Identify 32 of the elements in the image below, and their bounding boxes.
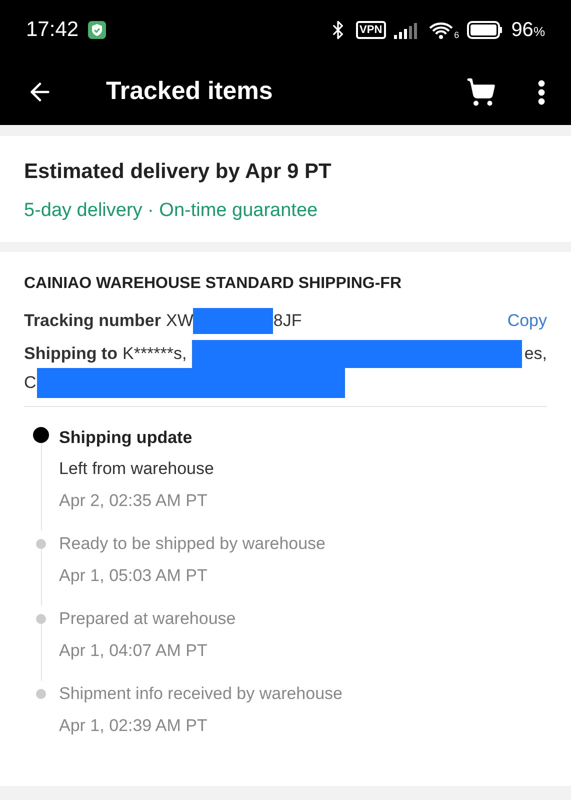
battery-percent: 96% <box>511 18 545 43</box>
tracking-label: Tracking number <box>24 310 161 332</box>
shipping-label: Shipping to <box>24 342 118 365</box>
status-time: 17:42 <box>26 16 79 43</box>
address-text: C <box>24 372 36 394</box>
battery-icon <box>467 20 504 39</box>
more-icon <box>538 80 545 104</box>
shield-icon <box>86 20 107 40</box>
event-description: Left from warehouse <box>59 458 214 480</box>
address-text: es, <box>524 342 547 365</box>
event-time: Apr 1, 04:07 AM PT <box>59 640 208 662</box>
event-description: Ready to be shipped by warehouse <box>59 533 326 556</box>
event-time: Apr 1, 02:39 AM PT <box>59 714 208 737</box>
tracking-number: 8JF <box>273 310 302 332</box>
event-time: Apr 2, 02:35 AM PT <box>59 490 208 512</box>
more-button[interactable] <box>538 80 545 104</box>
carrier-name: CAINIAO WAREHOUSE STANDARD SHIPPING-FR <box>24 274 402 294</box>
event-title: Shipping update <box>59 426 194 449</box>
event-description: Prepared at warehouse <box>59 608 236 630</box>
event-time: Apr 1, 05:03 AM PT <box>59 564 208 587</box>
wifi-icon <box>428 20 454 40</box>
event-description: Shipment info received by warehouse <box>59 683 342 706</box>
copy-link[interactable]: Copy <box>507 308 547 334</box>
address-text: K******s, <box>122 342 187 365</box>
vpn-badge: VPN <box>356 20 386 39</box>
tracking-number: XW <box>166 310 194 332</box>
cart-button[interactable] <box>466 77 496 107</box>
network-label: 6 <box>454 30 460 40</box>
delivery-estimate: Estimated delivery by Apr 9 PT <box>24 158 332 185</box>
delivery-guarantee: 5-day delivery · On-time guarantee <box>24 199 319 224</box>
cart-icon <box>466 77 496 107</box>
page-title: Tracked items <box>106 76 274 108</box>
